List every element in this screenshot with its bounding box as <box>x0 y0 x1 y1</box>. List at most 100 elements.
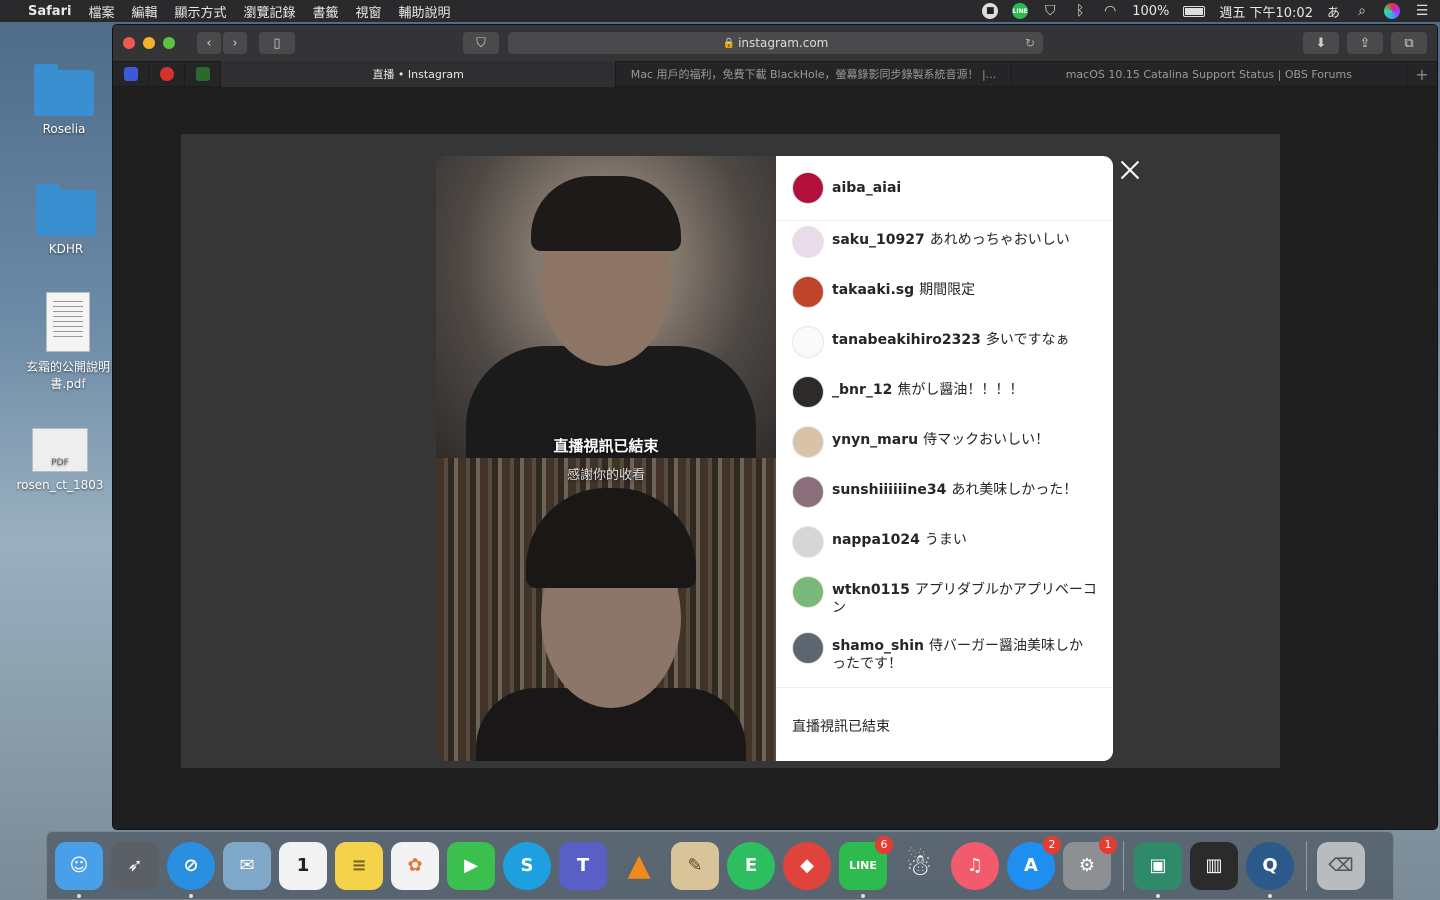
line-status-icon[interactable]: LINE <box>1012 3 1029 19</box>
commenter-avatar[interactable] <box>792 326 824 358</box>
vpn-shield-icon[interactable]: ⛉ <box>1042 3 1058 19</box>
live-ended-title: 直播視訊已結束 <box>553 437 659 455</box>
wifi-icon[interactable]: ◠ <box>1102 3 1118 19</box>
skype-icon[interactable]: S <box>503 841 551 890</box>
menu-app-name[interactable]: Safari <box>28 4 71 19</box>
comment-body: shamo_shin 侍バーガー醤油美味しかったです！ <box>832 631 1097 673</box>
downloads-button[interactable]: ⬇ <box>1303 32 1339 54</box>
tab-blackhole[interactable]: Mac 用戶的福利，免費下載 BlackHole，螢幕錄影同步錄製系統音源！ |… <box>616 61 1012 87</box>
back-button[interactable]: ‹ <box>197 32 221 54</box>
siri-icon[interactable] <box>1384 3 1400 19</box>
safari-icon[interactable]: ⊘ <box>167 841 215 898</box>
reload-icon[interactable]: ↻ <box>1025 36 1035 50</box>
commenter-avatar[interactable] <box>792 276 824 308</box>
commenter-avatar[interactable] <box>792 226 824 258</box>
menu-bookmarks[interactable]: 書籤 <box>313 2 339 21</box>
commenter-username[interactable]: takaaki.sg <box>832 282 914 298</box>
tab-obs-forums[interactable]: macOS 10.15 Catalina Support Status | OB… <box>1012 61 1407 87</box>
tab-instagram-live[interactable]: 直播 • Instagram <box>221 61 617 87</box>
calendar-icon[interactable]: 1 <box>279 841 327 890</box>
battery-icon[interactable] <box>1183 5 1206 17</box>
app-store-icon[interactable]: A2 <box>1007 835 1061 890</box>
menu-edit[interactable]: 編輯 <box>131 2 157 21</box>
launchpad-icon[interactable]: ➶ <box>111 841 159 890</box>
screen-sharing-icon[interactable]: ▣ <box>1134 841 1182 898</box>
commenter-avatar[interactable] <box>792 576 824 608</box>
record-status-icon[interactable]: ■ <box>982 3 999 19</box>
photos-icon[interactable]: ✿ <box>391 841 439 890</box>
commenter-avatar[interactable] <box>792 476 824 508</box>
translate-icon <box>123 67 138 81</box>
menu-view[interactable]: 顯示方式 <box>174 2 226 21</box>
host-avatar[interactable] <box>792 172 824 204</box>
bluetooth-icon[interactable]: ᛒ <box>1072 3 1088 19</box>
live-ended-subtitle: 感謝你的收看 <box>566 468 645 483</box>
menu-window[interactable]: 視窗 <box>356 2 382 21</box>
desktop-folder-roselia[interactable]: Roselia <box>14 64 114 136</box>
trash-icon[interactable]: ⌫ <box>1317 841 1365 890</box>
quicktime-icon[interactable]: Q <box>1246 841 1294 898</box>
host-header: aiba_aiai <box>776 156 1113 221</box>
battery-percent[interactable]: 100% <box>1132 4 1169 19</box>
commenter-avatar[interactable] <box>792 526 824 558</box>
commenter-username[interactable]: ynyn_maru <box>832 432 918 448</box>
commenter-username[interactable]: shamo_shin <box>832 638 924 654</box>
vlc-icon[interactable]: ▲ <box>615 842 663 890</box>
share-button[interactable]: ⇪ <box>1347 32 1383 54</box>
preview-icon[interactable]: ✎ <box>671 841 719 890</box>
host-username[interactable]: aiba_aiai <box>832 180 901 196</box>
zoom-window-button[interactable] <box>163 37 175 49</box>
music-icon[interactable]: ♫ <box>951 841 999 890</box>
close-window-button[interactable] <box>123 37 135 49</box>
commenter-avatar[interactable] <box>792 426 824 458</box>
line-icon[interactable]: LINE 6 <box>839 835 893 898</box>
menu-help[interactable]: 輔助說明 <box>399 2 451 21</box>
desktop-folder-kdhr[interactable]: KDHR <box>16 184 116 256</box>
menu-file[interactable]: 檔案 <box>88 2 114 21</box>
bear-icon[interactable]: ◆ <box>783 841 831 890</box>
evernote-icon[interactable]: E <box>727 841 775 890</box>
input-method-icon[interactable]: あ <box>1327 2 1340 21</box>
commenter-avatar[interactable] <box>792 376 824 408</box>
address-bar[interactable]: 🔒 instagram.com ↻ <box>508 32 1043 54</box>
desktop-file-rosen[interactable]: PDF rosen_ct_1803 <box>10 428 110 492</box>
privacy-shield-button[interactable]: ⛉ <box>463 32 499 54</box>
notes-icon[interactable]: ≡ <box>335 841 383 890</box>
minimize-window-button[interactable] <box>143 37 155 49</box>
lock-icon: 🔒 <box>722 37 736 49</box>
commenter-username[interactable]: wtkn0115 <box>832 582 910 598</box>
notification-center-icon[interactable]: ☰ <box>1414 3 1430 19</box>
commenter-username[interactable]: nappa1024 <box>832 532 920 548</box>
live-ended-footer: 直播視訊已結束 <box>792 719 890 735</box>
new-tab-button[interactable]: + <box>1407 61 1437 87</box>
commenter-avatar[interactable] <box>792 632 824 664</box>
commenter-username[interactable]: tanabeakihiro2323 <box>832 332 981 348</box>
close-modal-icon[interactable] <box>1118 158 1142 182</box>
commenter-username[interactable]: sunshiiiiiine34 <box>832 482 946 498</box>
mail-icon[interactable]: ✉ <box>223 841 271 890</box>
desktop-file-manual-pdf[interactable]: 玄霜的公開說明書.pdf <box>18 292 118 392</box>
comment-body: tanabeakihiro2323 多いですなぁ <box>832 325 1069 349</box>
tab-overview-button[interactable]: ⧉ <box>1391 32 1427 54</box>
sidebar-toggle-button[interactable]: ▯ <box>259 32 295 54</box>
finder-icon[interactable]: ☺ <box>55 841 103 898</box>
facetime-icon[interactable]: ▶ <box>447 841 495 890</box>
system-preferences-icon[interactable]: ⚙ 1 <box>1063 835 1117 890</box>
pinned-tab-translate[interactable] <box>113 61 149 87</box>
teams-icon[interactable]: T <box>559 841 607 890</box>
commenter-username[interactable]: _bnr_12 <box>832 382 892 398</box>
qq-icon[interactable]: ☃ <box>895 842 943 890</box>
menu-history[interactable]: 瀏覽記錄 <box>243 2 295 21</box>
comment-body: takaaki.sg 期間限定 <box>832 275 975 299</box>
forward-button[interactable]: › <box>223 32 247 54</box>
commenter-username[interactable]: saku_10927 <box>832 232 925 248</box>
comment-list[interactable]: saku_10927 あれめっちゃおいしい takaaki.sg 期間限定 tana… <box>776 221 1113 688</box>
spotlight-search-icon[interactable]: ⌕ <box>1354 3 1370 19</box>
pinned-tab-ep[interactable] <box>185 61 221 87</box>
piano-icon[interactable]: ▥ <box>1190 841 1238 890</box>
pinned-tab-red[interactable] <box>149 61 185 87</box>
safari-toolbar: ‹ › ▯ ⛉ 🔒 instagram.com ↻ ⬇ ⇪ ⧉ <box>113 25 1437 61</box>
comment-text: あれめっちゃおいしい <box>929 232 1070 248</box>
comment-row: tanabeakihiro2323 多いですなぁ <box>776 325 1113 375</box>
menubar-clock[interactable]: 週五 下午10:02 <box>1219 2 1313 21</box>
